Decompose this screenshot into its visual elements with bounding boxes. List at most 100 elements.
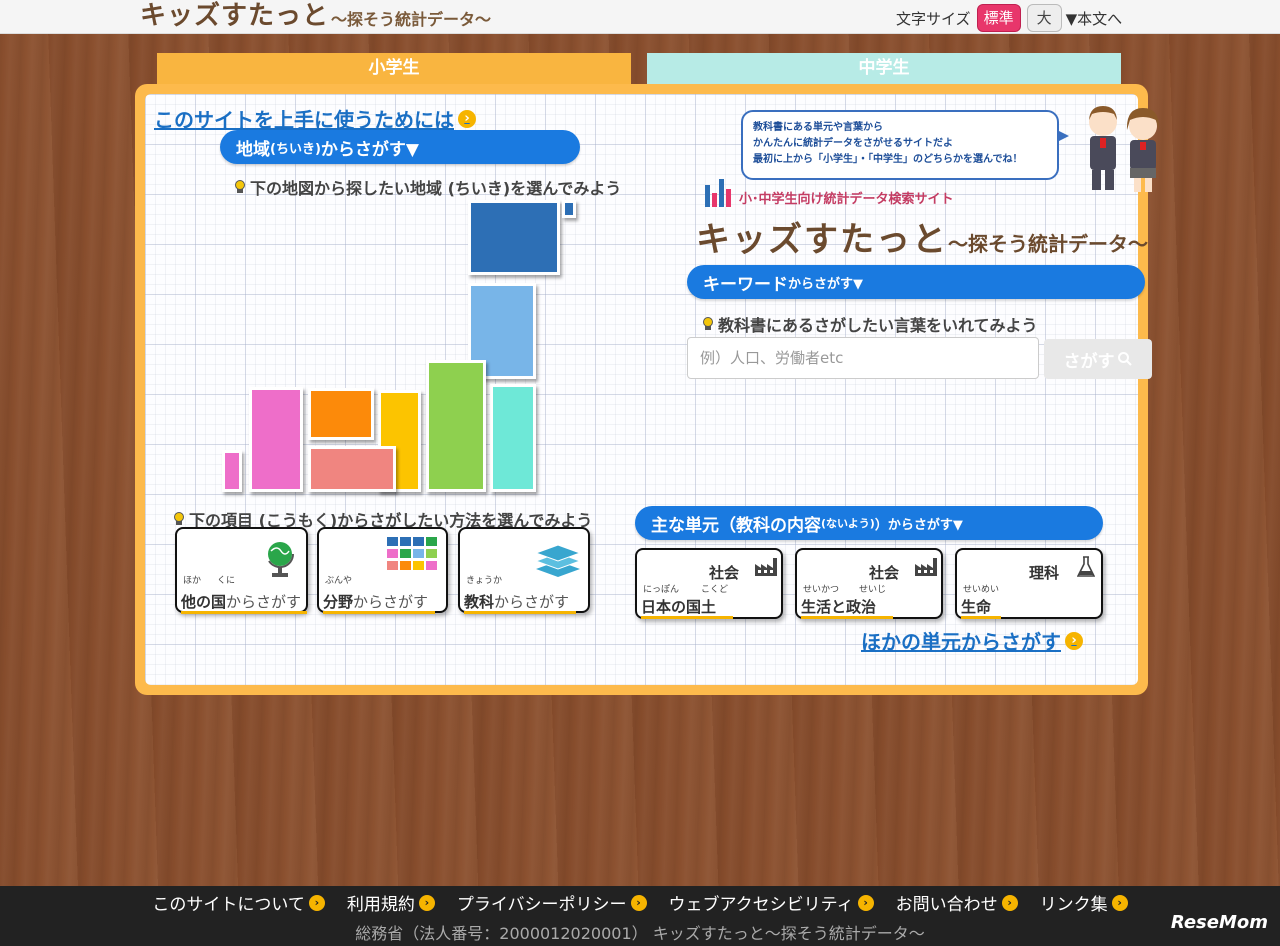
unit-card-japan-land[interactable]: 社会 にっぽん こくど 日本の国土 [635,548,783,619]
top-bar: キッズすたっと ～探そう統計データ～ 文字サイズ 標準 大 ▼本文へ [0,0,1280,34]
card-label-tail: からさがす [494,593,570,611]
unit-ruby-1: せいめい [963,585,1000,595]
footer-link-text: 利用規約 [346,895,415,915]
arrow-right-icon: › [1001,894,1018,911]
how-to-use-text: このサイトを上手に使うためには [154,108,454,132]
region-kyushu[interactable] [249,387,303,492]
card-label-tail: からさがす [226,593,302,611]
tab-elementary[interactable]: 小学生 [157,53,631,84]
card-ruby-2: くに [217,576,236,586]
footer-link-links[interactable]: リンク集 › [1040,890,1128,915]
keyword-head-main: キーワード [703,274,788,295]
font-size-control: 文字サイズ 標準 大 ▼本文へ [896,4,1122,32]
unit-underline [961,616,1001,619]
unit-underline [801,616,893,619]
keyword-hint-text: 教科書にあるさがしたい言葉をいれてみよう [718,316,1038,335]
units-head-main: 主な単元（教科の内容 [651,515,821,536]
more-units-text: ほかの単元からさがす [861,630,1061,654]
card-label-main: 他の国 [181,593,227,611]
card-subjects[interactable]: きょうか 教科からさがす [458,527,590,614]
factory-icon [755,558,777,576]
unit-title: 日本の国土 [641,598,717,616]
map-hint: 下の地図から探したい地域 (ちいき)を選んでみよう [234,175,621,199]
unit-ruby-1: にっぽん [643,585,680,595]
units-section-header: 主な単元（教科の内容 (ないよう) ）からさがす▼ [635,506,1103,540]
area-head-ruby: (ちいき) [270,141,321,157]
card-underline [464,611,576,614]
unit-card-life-politics[interactable]: 社会 せいかつ せいじ 生活と政治 [795,548,943,619]
unit-underline [641,616,733,619]
card-label-main: 分野 [323,593,354,611]
lightbulb-icon [234,180,246,194]
footer-link-contact[interactable]: お問い合わせ › [896,890,1018,915]
logo-sub-text: ～探そう統計データ～ [331,10,492,29]
footer-links: このサイトについて › 利用規約 › プライバシーポリシー › ウェブアクセシビリティ… [0,890,1280,915]
arrow-right-icon: › [857,894,874,911]
card-ruby-1: きょうか [466,576,503,586]
site-logo[interactable]: キッズすたっと ～探そう統計データ～ [140,1,492,32]
footer-link-about[interactable]: このサイトについて › [152,890,325,915]
chart-bars-icon [705,177,733,207]
bubble-line-1: 教科書にある単元や言葉から [753,122,883,133]
region-shikoku[interactable] [308,446,396,492]
unit-subject: 社会 [869,564,900,582]
footer-link-text: プライバシーポリシー [456,895,627,915]
footer-link-text: リンク集 [1039,895,1108,915]
arrow-right-icon: › [418,894,435,911]
area-head-main: 地域 [236,139,270,160]
units-head-tail: ）からさがす▼ [874,517,963,533]
keyword-hint: 教科書にあるさがしたい言葉をいれてみよう [702,312,1038,336]
card-ruby-1: ぶんや [325,576,353,586]
books-icon [534,544,582,577]
region-okinawa[interactable] [222,450,242,492]
footer-link-accessibility[interactable]: ウェブアクセシビリティ › [669,890,874,915]
copyright: 総務省（法人番号：2000012020001） キッズすたっと～探そう統計データ… [355,924,925,943]
arrow-right-icon: › [1065,631,1083,650]
lightbulb-icon [173,512,185,526]
card-label: 分野からさがす [323,591,428,612]
card-other-countries[interactable]: ほか くに 他の国からさがす [175,527,308,614]
unit-ruby-1: せいかつ [803,585,840,595]
logo-main-text: キッズすたっと [140,1,330,31]
card-label-main: 教科 [464,593,495,611]
units-head-ruby: (ないよう) [821,517,875,530]
category-grid-icon [387,537,437,570]
card-label: 教科からさがす [464,591,569,612]
arrow-right-icon: › [458,109,476,128]
font-size-standard-button[interactable]: 標準 [976,4,1021,32]
unit-ruby-2: せいじ [859,585,887,595]
bubble-line-3: 最初に上から「小学生」・「中学生」のどちらかを選んでね！ [753,154,1023,165]
how-to-use-link[interactable]: このサイトを上手に使うためには › [154,104,476,133]
search-button[interactable]: さがす [1044,339,1152,379]
unit-subject: 理科 [1029,564,1060,582]
region-kanto[interactable] [490,384,536,492]
bubble-line-2: かんたんに統計データをさがせるサイトだよ [753,138,953,149]
map-hint-text: 下の地図から探したい地域 (ちいき)を選んでみよう [250,179,622,198]
card-underline [323,611,435,614]
footer-link-terms[interactable]: 利用規約 › [347,890,435,915]
more-units-link[interactable]: ほかの単元からさがす › [861,626,1083,655]
unit-card-life-science[interactable]: 理科 せいめい 生命 [955,548,1103,619]
card-label-tail: からさがす [353,593,429,611]
globe-icon [268,542,295,577]
arrow-right-icon: › [1111,894,1128,911]
card-underline [181,611,307,614]
keyword-head-tail: からさがす▼ [788,276,863,292]
flask-icon [1077,556,1095,577]
region-hokkaido[interactable] [468,200,560,275]
tab-junior-high[interactable]: 中学生 [647,53,1121,84]
card-fields[interactable]: ぶんや 分野からさがす [317,527,448,614]
footer-link-privacy[interactable]: プライバシーポリシー › [457,890,647,915]
footer: このサイトについて › 利用規約 › プライバシーポリシー › ウェブアクセシビリティ… [0,886,1280,946]
card-ruby-1: ほか [183,576,202,586]
font-size-label: 文字サイズ [896,9,971,28]
region-chubu[interactable] [426,360,486,492]
region-hokkaido-islet[interactable] [562,200,576,218]
keyword-search-input[interactable] [687,337,1039,379]
main-logo: キッズすたっと ～探そう統計データ～ [696,212,1148,261]
region-chugoku[interactable] [308,388,374,440]
skip-to-main-link[interactable]: ▼本文へ [1066,8,1123,29]
unit-title: 生活と政治 [801,598,877,616]
unit-subject: 社会 [709,564,740,582]
font-size-large-button[interactable]: 大 [1026,4,1062,32]
